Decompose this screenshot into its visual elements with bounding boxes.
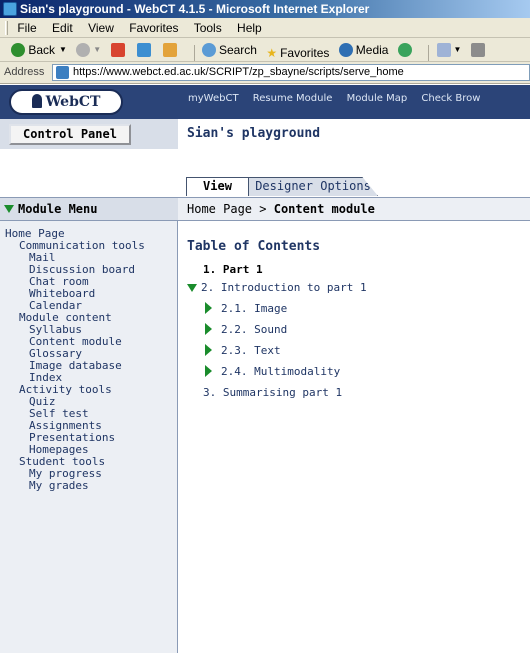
control-panel-area: Control Panel [0,119,178,149]
breadcrumb-home[interactable]: Home Page [187,202,252,216]
mail-dropdown-icon[interactable]: ▼ [454,38,462,61]
tab-view[interactable]: View [186,177,249,196]
menu-help[interactable]: Help [237,21,262,35]
course-title: Sian's playground [187,126,321,141]
star-icon: ★ [266,46,278,60]
webct-figure-icon [31,94,42,108]
toc-introduction-part-1[interactable]: 2. Introduction to part 1 [201,281,367,294]
module-menu-sidebar: Home Page Communication tools Mail Discu… [0,221,178,653]
print-button[interactable] [470,43,488,57]
toc-sound[interactable]: 2.2. Sound [221,323,287,336]
play-triangle-icon[interactable] [205,365,212,377]
menu-item-communication-tools[interactable]: Communication tools [5,240,145,252]
expand-triangle-icon[interactable] [187,284,197,292]
top-navigation: myWebCT Resume Module Module Map Check B… [188,93,491,104]
back-arrow-icon [11,43,26,57]
toolbar-grip[interactable] [5,21,8,35]
menu-item-activity-tools[interactable]: Activity tools [5,384,145,396]
media-label: Media [355,43,389,57]
toc-title: Table of Contents [187,239,321,254]
breadcrumb: Home Page > Content module [178,197,530,221]
nav-check-browser[interactable]: Check Brow [421,93,480,104]
search-label: Search [218,43,257,57]
toc-summarising-part-1[interactable]: 3. Summarising part 1 [203,386,342,399]
favorites-label: Favorites [280,46,330,60]
window-title-bar: Sian's playground - WebCT 4.1.5 - Micros… [0,0,530,18]
address-input[interactable]: https://www.webct.ed.ac.uk/SCRIPT/zp_sba… [52,64,530,81]
search-icon [201,43,216,57]
content-area: Table of Contents 1. Part 1 2. Introduct… [178,222,530,653]
webct-logo[interactable]: WebCT [9,89,123,115]
nav-resume-module[interactable]: Resume Module [253,93,333,104]
breadcrumb-current: Content module [273,202,375,216]
toolbar-separator [193,44,195,61]
breadcrumb-separator: > [259,202,267,216]
internet-explorer-icon [3,2,17,16]
search-button[interactable]: Search [201,38,257,61]
refresh-button[interactable] [136,43,154,57]
nav-mywebct[interactable]: myWebCT [188,93,239,104]
play-triangle-icon[interactable] [205,323,212,335]
logo-text: WebCT [45,94,101,110]
browser-menu-bar: File Edit View Favorites Tools Help [0,18,530,38]
menu-item-my-grades[interactable]: My grades [5,480,145,492]
menu-tools[interactable]: Tools [194,21,222,35]
back-label: Back [28,43,56,57]
mail-icon [436,43,451,57]
forward-button[interactable]: ▼ [76,38,101,61]
module-menu-title: Module Menu [18,202,98,216]
home-button[interactable] [163,43,180,57]
address-url: https://www.webct.ed.ac.uk/SCRIPT/zp_sba… [73,66,404,78]
media-button[interactable]: Media [338,38,389,61]
history-button[interactable] [397,43,415,57]
page-icon [56,66,69,79]
back-button[interactable]: Back ▼ [11,38,67,61]
home-icon [163,43,178,57]
stop-button[interactable] [110,43,128,57]
address-bar: Address https://www.webct.ed.ac.uk/SCRIP… [0,62,530,84]
toc-multimodality[interactable]: 2.4. Multimodality [221,365,340,378]
tab-designer-options[interactable]: Designer Options [248,177,378,196]
toc-part-1: 1. Part 1 [203,263,263,276]
menu-item-image-database[interactable]: Image database [5,360,145,372]
module-menu-tree: Home Page Communication tools Mail Discu… [5,228,145,492]
window-title: Sian's playground - WebCT 4.1.5 - Micros… [20,2,370,16]
stop-icon [110,43,125,57]
back-dropdown-icon[interactable]: ▼ [59,38,67,61]
toolbar-separator [428,44,430,61]
toc-image[interactable]: 2.1. Image [221,302,287,315]
forward-arrow-icon [76,43,91,57]
history-icon [397,43,412,57]
browser-toolbar: Back ▼ ▼ Search ★ Favorites Media ▼ [0,38,530,62]
nav-module-map[interactable]: Module Map [347,93,408,104]
mail-button[interactable]: ▼ [436,38,462,61]
play-triangle-icon[interactable] [205,302,212,314]
menu-favorites[interactable]: Favorites [129,21,178,35]
favorites-button[interactable]: ★ Favorites [266,41,330,61]
forward-dropdown-icon[interactable]: ▼ [93,38,101,61]
module-menu-header[interactable]: Module Menu [0,197,178,221]
control-panel-button[interactable]: Control Panel [9,124,131,145]
menu-edit[interactable]: Edit [52,21,73,35]
menu-file[interactable]: File [17,21,36,35]
refresh-icon [136,43,151,57]
media-icon [338,43,353,57]
collapse-triangle-icon[interactable] [4,205,14,213]
print-icon [470,43,485,57]
play-triangle-icon[interactable] [205,344,212,356]
toc-text[interactable]: 2.3. Text [221,344,281,357]
menu-view[interactable]: View [88,21,114,35]
address-label: Address [4,66,45,78]
